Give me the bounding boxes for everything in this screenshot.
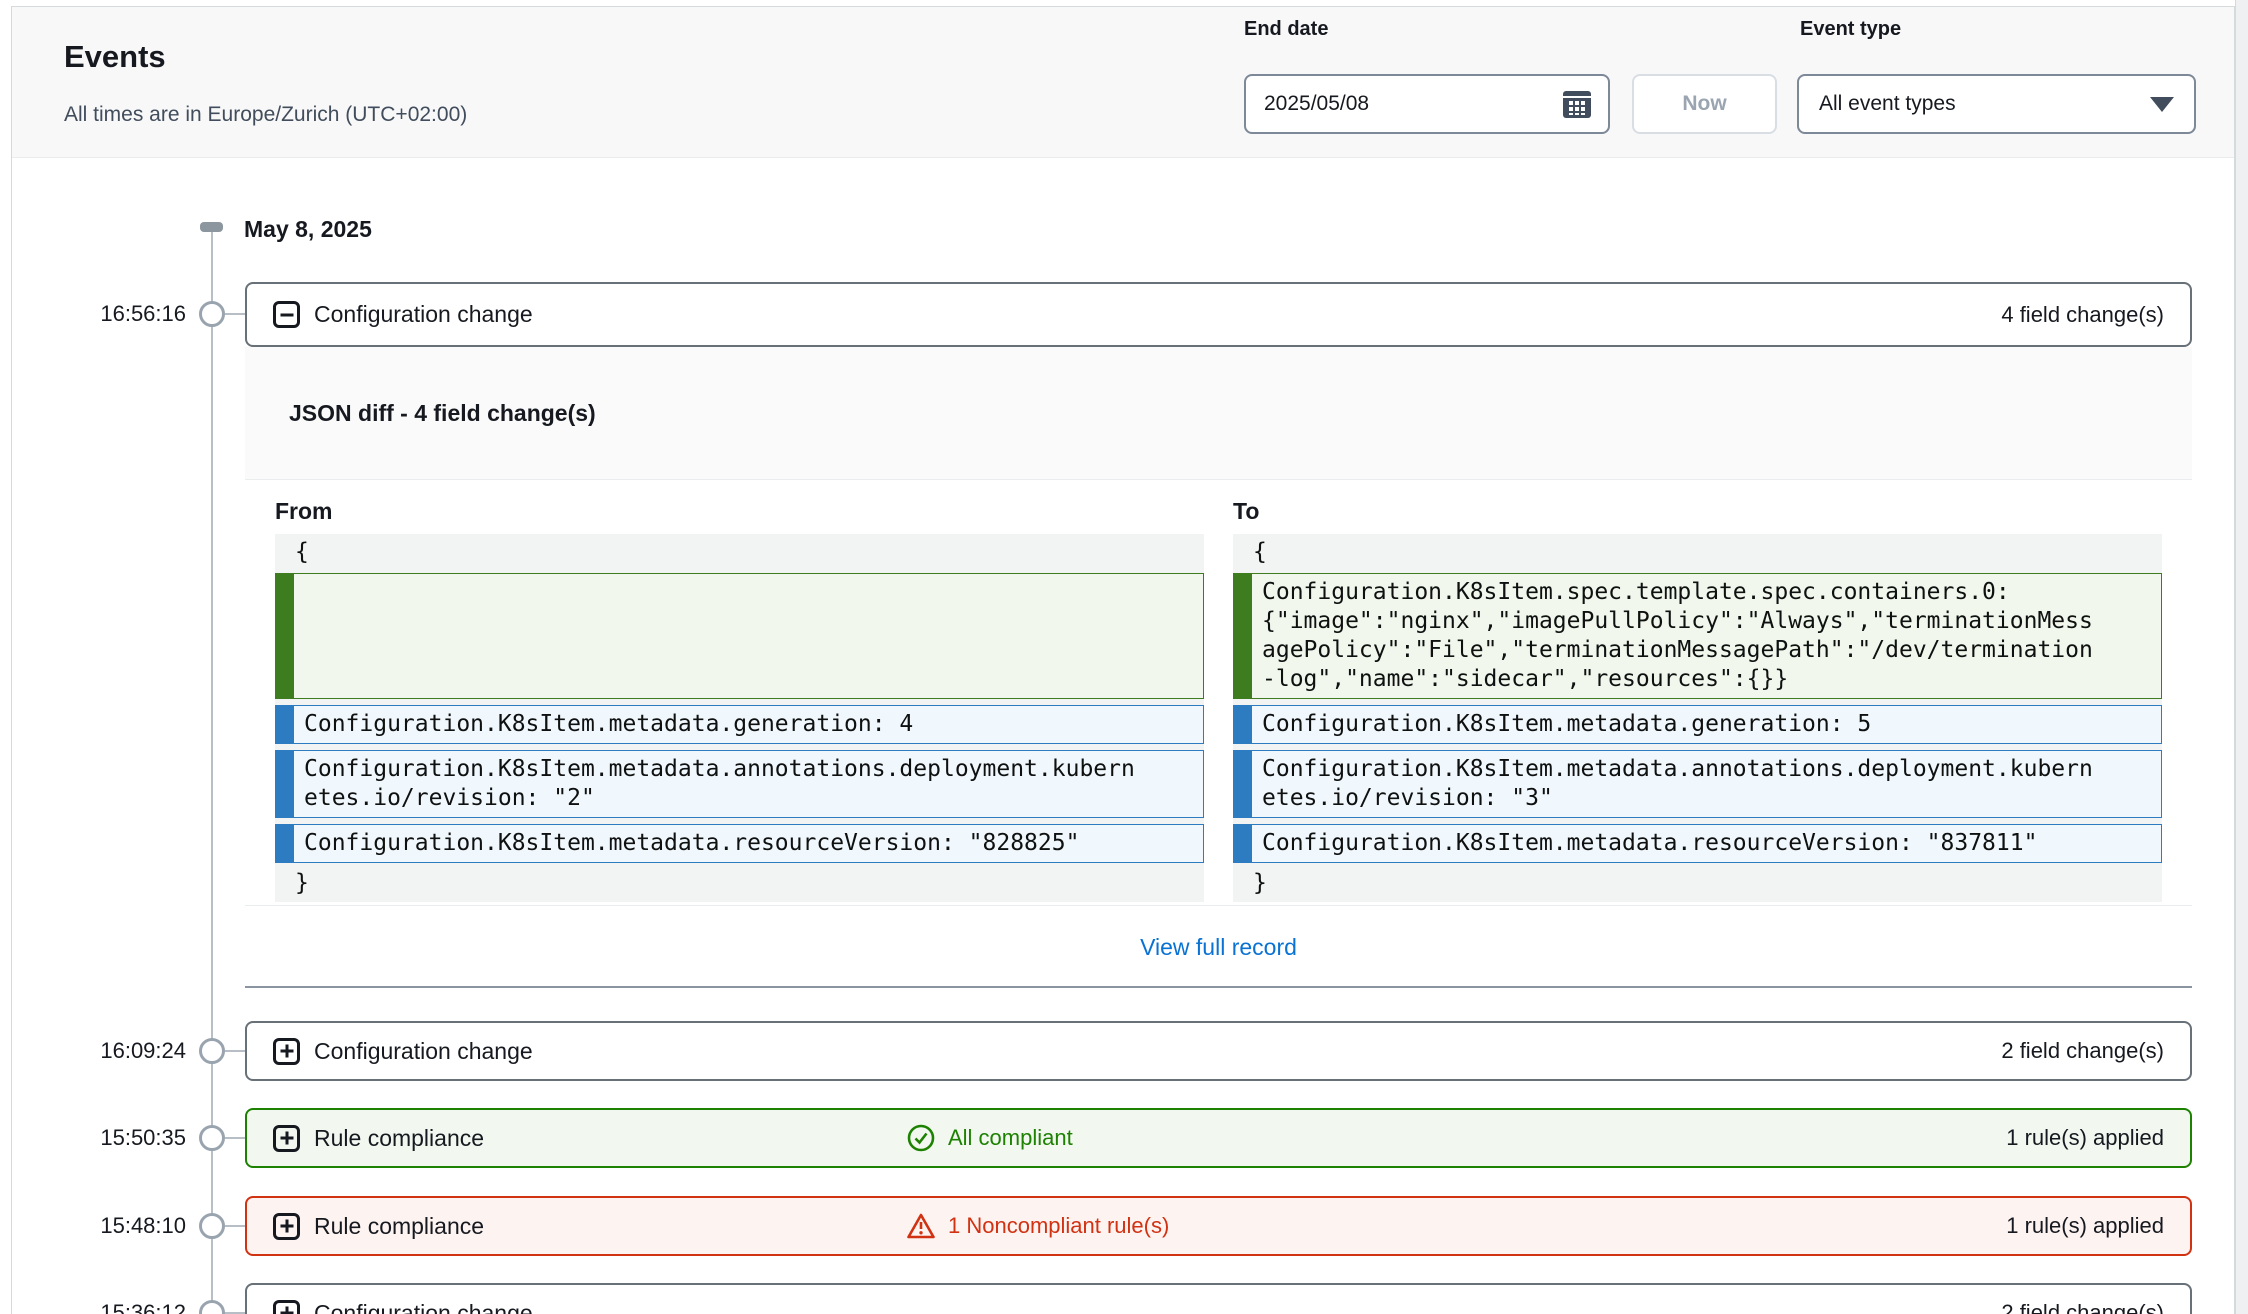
event-type-label: Event type bbox=[1800, 18, 1901, 41]
event-detail-count: 1 rule(s) applied bbox=[2006, 1213, 2164, 1239]
end-date-label: End date bbox=[1244, 18, 1328, 41]
event-detail-count: 4 field change(s) bbox=[2001, 302, 2164, 328]
view-full-record-link[interactable]: View full record bbox=[1140, 934, 1297, 961]
check-circle-icon bbox=[906, 1123, 936, 1153]
diff-from-block: { Configuration.K8sItem.metadata.generat… bbox=[275, 534, 1204, 902]
timeline-connector bbox=[225, 313, 245, 315]
diff-to-label: To bbox=[1233, 498, 1259, 525]
diff-row-changed: Configuration.K8sItem.metadata.generatio… bbox=[1233, 705, 2162, 744]
end-date-field[interactable] bbox=[1244, 74, 1610, 134]
chevron-down-icon bbox=[2150, 97, 2174, 112]
event-detail-count: 1 rule(s) applied bbox=[2006, 1125, 2164, 1151]
expand-icon[interactable] bbox=[273, 1213, 300, 1240]
event-detail-count: 2 field change(s) bbox=[2001, 1038, 2164, 1064]
events-page: Events All times are in Europe/Zurich (U… bbox=[0, 0, 2248, 1314]
diff-footer: View full record bbox=[245, 905, 2192, 988]
expand-icon[interactable] bbox=[273, 1038, 300, 1065]
event-card-rule-compliance[interactable]: Rule compliance All compliant 1 rule(s) … bbox=[245, 1108, 2192, 1168]
timeline-line bbox=[211, 228, 213, 1314]
timeline-connector bbox=[225, 1050, 245, 1052]
diff-row-changed: Configuration.K8sItem.metadata.annotatio… bbox=[1233, 750, 2162, 818]
timeline-connector bbox=[225, 1225, 245, 1227]
event-detail-count: 2 field change(s) bbox=[2001, 1300, 2164, 1314]
compliance-status-text: All compliant bbox=[948, 1125, 1073, 1151]
json-diff-heading: JSON diff - 4 field change(s) bbox=[245, 347, 2192, 480]
code-line: } bbox=[275, 869, 1204, 898]
timeline-date-header: May 8, 2025 bbox=[244, 216, 372, 243]
diff-row-changed: Configuration.K8sItem.metadata.resourceV… bbox=[1233, 824, 2162, 863]
timeline-node bbox=[199, 1213, 225, 1239]
collapse-icon[interactable] bbox=[273, 301, 300, 328]
event-title: Configuration change bbox=[314, 301, 533, 328]
event-title: Rule compliance bbox=[314, 1213, 484, 1240]
event-card-rule-compliance[interactable]: Rule compliance 1 Noncompliant rule(s) 1… bbox=[245, 1196, 2192, 1256]
timeline-date-marker bbox=[200, 222, 223, 232]
code-line: { bbox=[1233, 538, 2162, 567]
event-type-value: All event types bbox=[1819, 92, 1956, 116]
event-card-configuration-change[interactable]: Configuration change 4 field change(s) bbox=[245, 282, 2192, 347]
code-line: } bbox=[1233, 869, 2162, 898]
end-date-input[interactable] bbox=[1264, 92, 1560, 116]
event-title: Configuration change bbox=[314, 1300, 533, 1314]
expand-icon[interactable] bbox=[273, 1125, 300, 1152]
event-card-configuration-change[interactable]: Configuration change 2 field change(s) bbox=[245, 1021, 2192, 1081]
now-button[interactable]: Now bbox=[1632, 74, 1777, 134]
diff-to-block: { Configuration.K8sItem.spec.template.sp… bbox=[1233, 534, 2162, 902]
event-type-select[interactable]: All event types bbox=[1797, 74, 2196, 134]
expand-icon[interactable] bbox=[273, 1300, 300, 1314]
code-line: { bbox=[275, 538, 1204, 567]
diff-from-label: From bbox=[275, 498, 333, 525]
timeline-node bbox=[199, 301, 225, 327]
event-time: 15:36:12 bbox=[0, 1299, 186, 1314]
diff-row-added: Configuration.K8sItem.spec.template.spec… bbox=[1233, 573, 2162, 699]
event-time: 15:50:35 bbox=[0, 1124, 186, 1152]
diff-row-changed: Configuration.K8sItem.metadata.resourceV… bbox=[275, 824, 1204, 863]
scrollbar-track[interactable] bbox=[2235, 0, 2248, 1314]
page-title: Events bbox=[64, 39, 166, 75]
compliance-status-text: 1 Noncompliant rule(s) bbox=[948, 1213, 1169, 1239]
diff-row-changed: Configuration.K8sItem.metadata.generatio… bbox=[275, 705, 1204, 744]
event-title: Configuration change bbox=[314, 1038, 533, 1065]
timezone-note: All times are in Europe/Zurich (UTC+02:0… bbox=[64, 103, 467, 127]
compliance-status: All compliant bbox=[906, 1123, 1073, 1153]
warning-triangle-icon bbox=[906, 1211, 936, 1241]
timeline-node bbox=[199, 1125, 225, 1151]
event-title: Rule compliance bbox=[314, 1125, 484, 1152]
diff-row-added bbox=[275, 573, 1204, 699]
timeline-connector bbox=[225, 1137, 245, 1139]
json-diff-panel: JSON diff - 4 field change(s) From To { … bbox=[245, 347, 2192, 988]
event-time: 15:48:10 bbox=[0, 1212, 186, 1240]
event-time: 16:09:24 bbox=[0, 1037, 186, 1065]
timeline-node bbox=[199, 1038, 225, 1064]
calendar-icon[interactable] bbox=[1560, 87, 1594, 121]
event-card-configuration-change[interactable]: Configuration change 2 field change(s) bbox=[245, 1283, 2192, 1314]
compliance-status: 1 Noncompliant rule(s) bbox=[906, 1211, 1169, 1241]
event-time: 16:56:16 bbox=[0, 300, 186, 328]
diff-row-changed: Configuration.K8sItem.metadata.annotatio… bbox=[275, 750, 1204, 818]
